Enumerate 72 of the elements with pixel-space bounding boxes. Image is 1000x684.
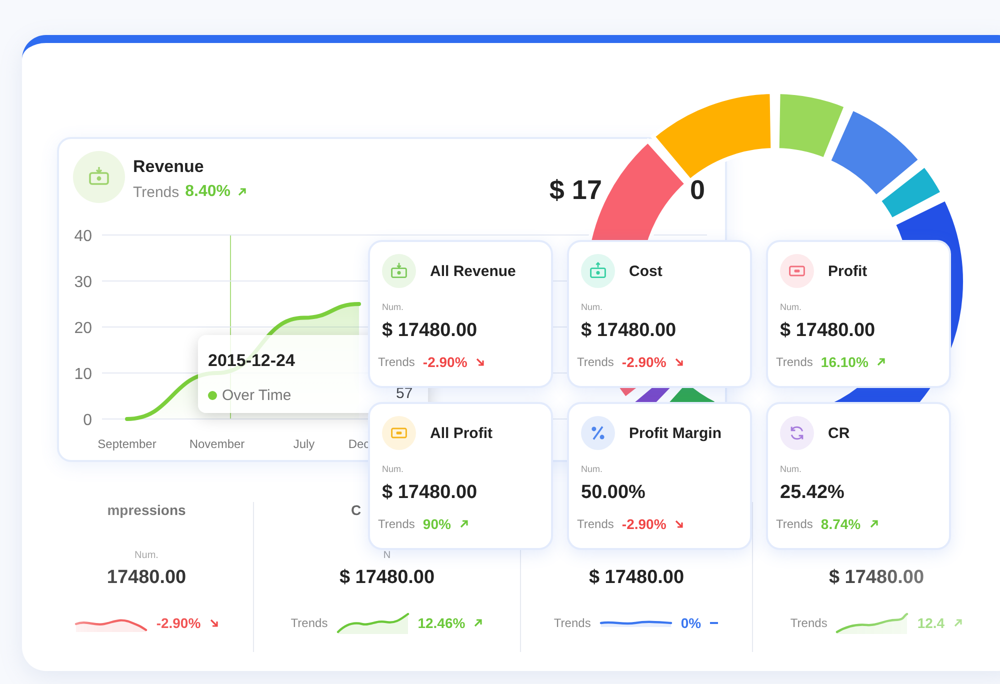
axis-label: 10 bbox=[74, 366, 92, 383]
stat-value: $ 17480.00 bbox=[828, 567, 924, 588]
num-label: Num. bbox=[382, 302, 404, 312]
axis-label: 40 bbox=[74, 228, 92, 245]
trend-value: 90% bbox=[422, 516, 451, 532]
trend-label: Trends bbox=[378, 355, 415, 369]
num-label: Num. bbox=[780, 302, 802, 312]
num-label: Num. bbox=[134, 550, 158, 561]
dash-icon bbox=[709, 622, 720, 624]
arrow-up-icon bbox=[458, 519, 469, 529]
trend-label: Trends bbox=[133, 184, 180, 200]
trend-value: -2.90% bbox=[622, 516, 666, 532]
arrow-up-icon bbox=[952, 618, 963, 628]
arrow-down-icon bbox=[475, 357, 486, 367]
trend-label: Trends bbox=[577, 355, 614, 369]
axis-label: 20 bbox=[74, 320, 92, 337]
card-title: Revenue bbox=[133, 157, 205, 177]
num-label: Num. bbox=[780, 464, 802, 474]
trend-label: Trends bbox=[790, 616, 828, 630]
trend-label: Trends bbox=[554, 616, 591, 630]
card-title: Profit Margin bbox=[629, 424, 722, 442]
trend-value: -2.90% bbox=[622, 354, 666, 370]
axis-label: 0 bbox=[83, 412, 92, 429]
trend-value: 12.4 bbox=[917, 615, 945, 631]
stat-value: $ 17480.00 bbox=[339, 567, 435, 588]
tooltip-series: Over Time bbox=[222, 387, 292, 404]
trend-value: 12.46% bbox=[418, 615, 466, 631]
total-value: $ 17 bbox=[549, 175, 602, 206]
stat-title: C bbox=[351, 502, 362, 518]
trend-label: Trends bbox=[290, 616, 328, 630]
axis-label: 30 bbox=[74, 274, 92, 291]
arrow-down-icon bbox=[208, 618, 219, 628]
trend-label: Trends bbox=[776, 355, 813, 369]
stat-value: 17480.00 bbox=[106, 567, 186, 588]
trend-value: 8.40% bbox=[185, 183, 231, 201]
arrow-up-icon bbox=[236, 187, 247, 197]
num-label: N bbox=[383, 550, 391, 561]
card-title: Cost bbox=[629, 262, 662, 280]
axis-label: September bbox=[98, 437, 156, 451]
tooltip-date: 2015-12-24 bbox=[208, 351, 295, 371]
axis-label: November bbox=[189, 437, 245, 451]
cash-icon bbox=[73, 151, 125, 203]
trend-label: Trends bbox=[776, 517, 813, 531]
total-value: 0 bbox=[690, 175, 705, 206]
trend-value: 0% bbox=[680, 615, 702, 631]
arrow-up-icon bbox=[473, 618, 484, 628]
metric-value: $ 17480.00 bbox=[382, 320, 478, 342]
arrow-down-icon bbox=[674, 519, 684, 529]
arrow-up-icon bbox=[868, 519, 879, 529]
card-title: CR bbox=[828, 424, 850, 442]
trend-value: -2.90% bbox=[422, 354, 468, 370]
trend-value: 16.10% bbox=[820, 354, 868, 370]
card-title: All Revenue bbox=[430, 262, 516, 280]
stat-title: mpressions bbox=[107, 502, 186, 518]
card-title: Profit bbox=[828, 262, 868, 280]
num-label: Num. bbox=[581, 302, 603, 312]
card-title: All Profit bbox=[430, 424, 492, 442]
trend-label: Trends bbox=[577, 517, 614, 531]
arrow-up-icon bbox=[876, 357, 886, 367]
num-label: Num. bbox=[581, 464, 603, 474]
metric-value: $ 17480.00 bbox=[382, 482, 478, 504]
trend-label: Trends bbox=[378, 517, 415, 531]
metric-value: $ 17480.00 bbox=[780, 320, 876, 342]
num-label: Num. bbox=[382, 464, 404, 474]
arrow-down-icon bbox=[674, 357, 684, 367]
trend-value: -2.90% bbox=[156, 615, 201, 631]
metric-value: 50.00% bbox=[581, 482, 646, 504]
metric-value: $ 17480.00 bbox=[581, 320, 676, 342]
axis-label: July bbox=[293, 437, 315, 451]
stat-value: $ 17480.00 bbox=[588, 567, 684, 588]
trend-value: 8.74% bbox=[820, 516, 861, 532]
metric-value: 25.42% bbox=[780, 482, 844, 504]
